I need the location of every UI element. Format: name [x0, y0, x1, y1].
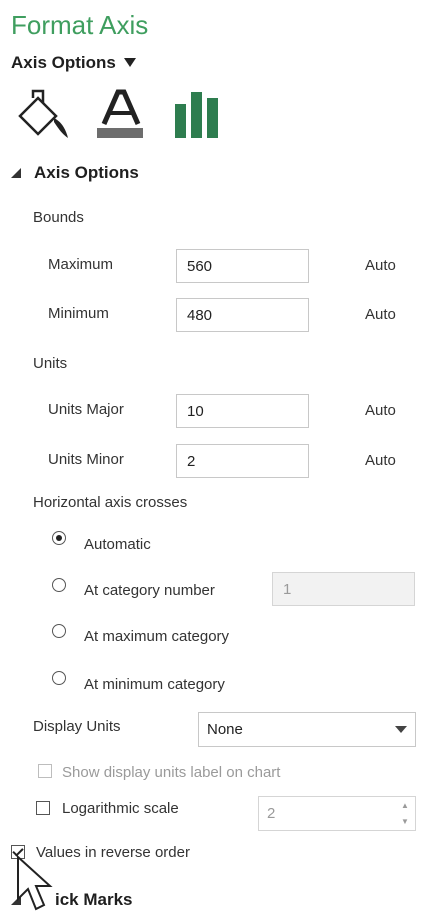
logarithmic-scale-label[interactable]: Logarithmic scale	[62, 800, 179, 817]
radio-at-maximum-category-label[interactable]: At maximum category	[84, 628, 229, 645]
mouse-cursor-icon	[17, 855, 53, 911]
radio-at-minimum-category-label[interactable]: At minimum category	[84, 676, 225, 693]
spin-down-icon[interactable]: ▼	[395, 814, 415, 831]
axis-options-dropdown[interactable]: Axis Options	[11, 53, 136, 73]
radio-at-category-number-label[interactable]: At category number	[84, 582, 215, 599]
paint-bucket-icon	[18, 89, 68, 138]
display-units-select[interactable]: None	[198, 712, 416, 747]
radio-automatic[interactable]	[52, 531, 66, 545]
maximum-reset-auto[interactable]: Auto	[365, 257, 396, 274]
logarithmic-scale-checkbox[interactable]	[36, 801, 50, 815]
radio-at-minimum-category[interactable]	[52, 671, 66, 685]
units-major-label: Units Major	[48, 401, 124, 418]
maximum-label: Maximum	[48, 256, 114, 273]
units-minor-input[interactable]	[176, 444, 309, 478]
units-minor-label: Units Minor	[48, 451, 124, 468]
radio-automatic-label[interactable]: Automatic	[84, 536, 151, 553]
units-major-reset-auto[interactable]: Auto	[365, 402, 396, 419]
maximum-input[interactable]	[176, 249, 309, 283]
units-minor-reset-auto[interactable]: Auto	[365, 452, 396, 469]
reverse-order-label[interactable]: Values in reverse order	[36, 844, 190, 861]
radio-at-category-number[interactable]	[52, 578, 66, 592]
minimum-label: Minimum	[48, 305, 109, 322]
radio-at-maximum-category[interactable]	[52, 624, 66, 638]
group-title: Axis Options	[34, 163, 139, 182]
text-options-tab[interactable]	[95, 88, 145, 145]
bar-chart-icon	[175, 92, 218, 138]
chevron-down-icon[interactable]	[387, 713, 415, 746]
display-units-value: None	[207, 721, 243, 738]
display-units-label: Display Units	[33, 718, 121, 735]
axis-options-dropdown-label: Axis Options	[11, 53, 116, 72]
pane-title: Format Axis	[11, 10, 149, 40]
show-display-units-checkbox[interactable]	[38, 764, 52, 778]
minimum-input[interactable]	[176, 298, 309, 332]
triangle-down-icon	[123, 58, 136, 67]
minimum-reset-auto[interactable]: Auto	[365, 306, 396, 323]
bounds-heading: Bounds	[33, 209, 84, 226]
units-heading: Units	[33, 355, 68, 372]
tick-marks-label: ick Marks	[55, 890, 133, 909]
text-a-icon	[97, 89, 143, 138]
show-display-units-label: Show display units label on chart	[62, 764, 281, 781]
log-base-value: 2	[267, 805, 276, 822]
axis-crosses-heading: Horizontal axis crosses	[33, 494, 188, 511]
units-major-input[interactable]	[176, 394, 309, 428]
fill-line-tab[interactable]	[14, 88, 70, 145]
spin-up-icon[interactable]: ▲	[395, 797, 415, 814]
log-base-spinner[interactable]: 2 ▲ ▼	[258, 796, 416, 831]
axis-options-tab[interactable]	[175, 90, 219, 143]
category-number-input[interactable]	[272, 572, 415, 606]
collapse-triangle-icon	[11, 168, 21, 178]
axis-options-group-header[interactable]: Axis Options	[11, 163, 139, 183]
